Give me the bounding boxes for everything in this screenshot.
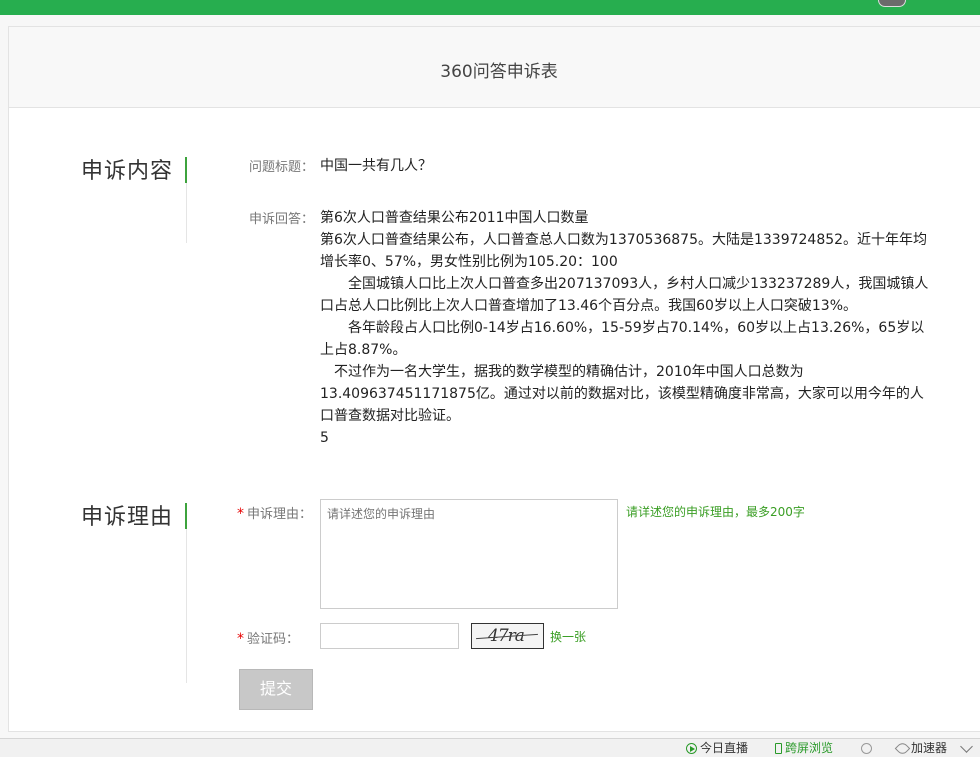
statusbar-accelerator-label: 加速器	[911, 741, 948, 755]
captcha-image[interactable]: 47ra	[471, 623, 544, 649]
reason-label-text: 申诉理由：	[247, 507, 313, 522]
statusbar-live-label: 今日直播	[700, 741, 749, 755]
captcha-label: * 验证码：	[237, 628, 299, 647]
captcha-label-text: 验证码：	[247, 632, 300, 647]
chevron-down-icon[interactable]	[960, 740, 973, 753]
required-mark: *	[237, 506, 244, 522]
section-divider-line	[186, 529, 187, 683]
phone-icon	[775, 743, 782, 754]
play-icon	[686, 743, 697, 754]
answer-line: 全国城镇人口比上次人口普查多出207137093人，乡村人口减少13323728…	[320, 276, 929, 314]
reason-textarea[interactable]	[320, 499, 618, 609]
refresh-captcha-link[interactable]: 换一张	[550, 628, 586, 645]
section-accent-bar	[185, 503, 187, 529]
browser-top-bar	[0, 0, 980, 15]
question-title: 中国一共有几人？	[320, 158, 432, 174]
rocket-icon	[894, 740, 911, 757]
question-label: 问题标题：	[249, 160, 315, 175]
section-title-content: 申诉内容	[81, 159, 174, 184]
answer-line: 不过作为一名大学生，据我的数学模型的精确估计，2010年中国人口总数为13.40…	[320, 364, 924, 424]
answer-line: 第6次人口普查结果公布，人口普查总人口数为1370536875。大陆是13397…	[320, 232, 928, 270]
appeal-form-panel: 360问答申诉表 申诉内容 问题标题： 中国一共有几人？ 申诉回答： 第6次人口…	[8, 26, 980, 732]
statusbar-live-today[interactable]: 今日直播	[686, 740, 748, 756]
answer-label: 申诉回答：	[249, 212, 315, 227]
submit-button[interactable]: 提交	[239, 669, 313, 710]
statusbar-refresh[interactable]	[861, 740, 875, 756]
form-header: 360问答申诉表	[9, 27, 980, 108]
section-accent-bar	[185, 157, 187, 183]
reason-hint: 请详述您的申诉理由，最多200字	[626, 505, 805, 519]
captcha-input[interactable]	[320, 623, 459, 649]
statusbar-cross-label: 跨屏浏览	[785, 741, 834, 755]
statusbar-cross-screen[interactable]: 跨屏浏览	[775, 740, 833, 756]
section-title-reason: 申诉理由	[81, 505, 174, 530]
reason-label: * 申诉理由：	[237, 503, 312, 522]
required-mark: *	[237, 631, 244, 647]
answer-line: 各年龄段占人口比例0-14岁占16.60%，15-59岁占70.14%，60岁以…	[320, 320, 925, 358]
user-avatar[interactable]	[878, 0, 906, 7]
browser-status-bar: 今日直播 跨屏浏览 加速器	[0, 738, 980, 757]
section-divider-line	[186, 183, 187, 243]
refresh-circle-icon	[861, 743, 872, 754]
answer-line: 5	[320, 430, 329, 446]
statusbar-accelerator[interactable]: 加速器	[894, 740, 948, 757]
appealed-answer: 第6次人口普查结果公布2011中国人口数量 第6次人口普查结果公布，人口普查总人…	[320, 207, 930, 449]
answer-line: 第6次人口普查结果公布2011中国人口数量	[320, 210, 589, 226]
form-title: 360问答申诉表	[440, 62, 558, 82]
